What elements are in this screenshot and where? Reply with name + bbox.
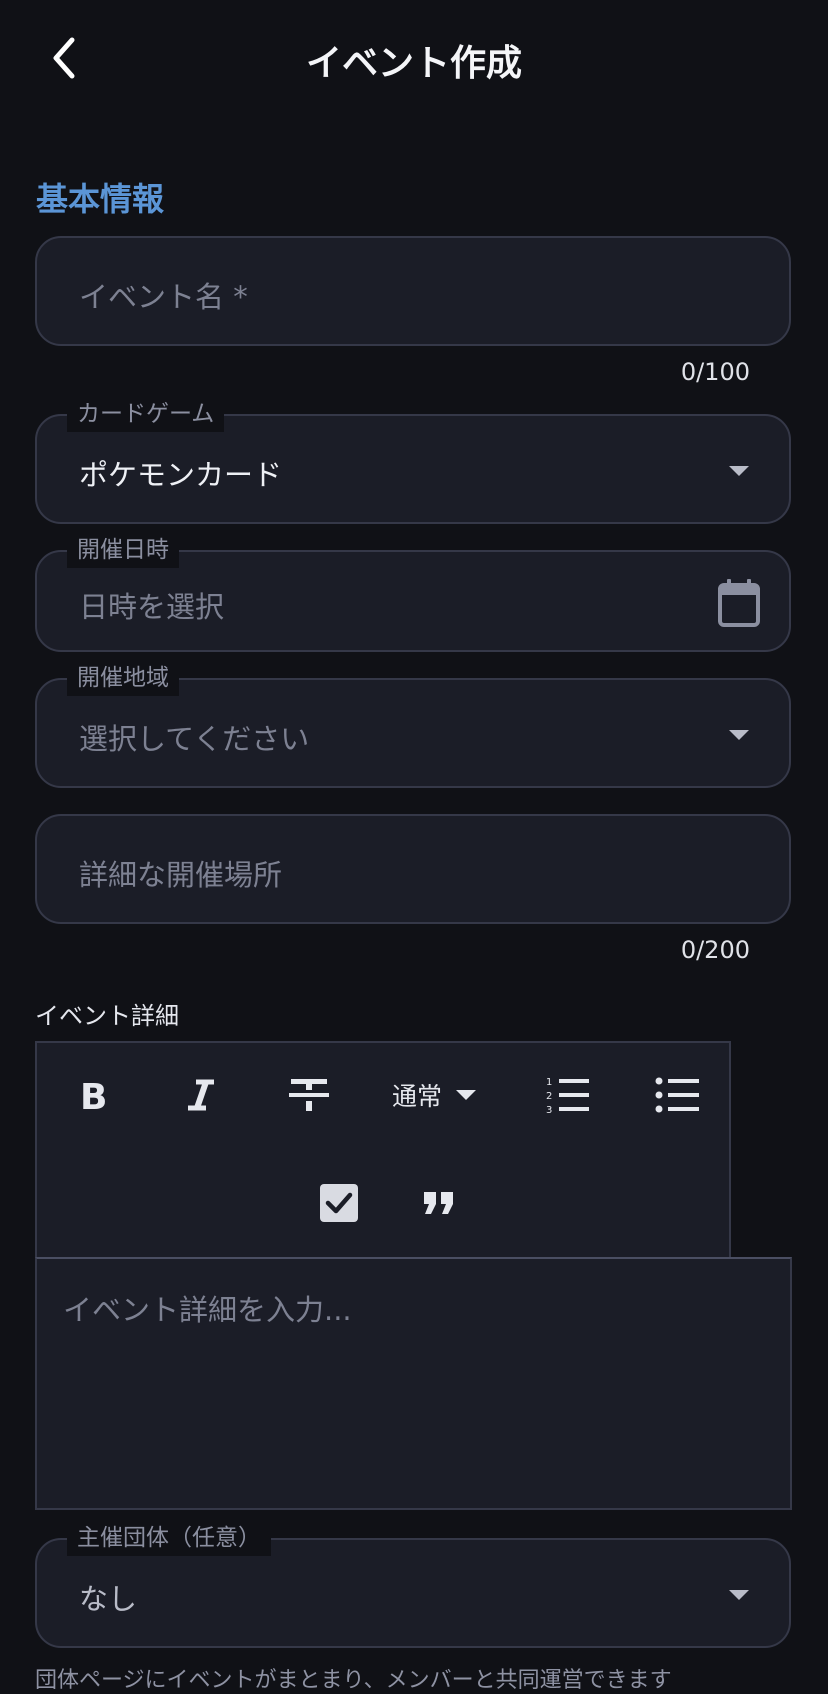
card-game-select[interactable]: カードゲーム ポケモンカード bbox=[35, 396, 791, 524]
datetime-label: 開催日時 bbox=[67, 532, 179, 568]
card-game-value: ポケモンカード bbox=[79, 458, 283, 492]
section-title-basic-info: 基本情報 bbox=[36, 180, 165, 218]
organizer-label: 主催団体（任意） bbox=[67, 1520, 271, 1556]
ordered-list-button[interactable]: 1 2 3 bbox=[531, 1067, 603, 1123]
venue-counter: 0/200 bbox=[680, 936, 750, 964]
datetime-placeholder: 日時を選択 bbox=[79, 590, 225, 624]
organizer-select[interactable]: 主催団体（任意） なし bbox=[35, 1520, 791, 1648]
checkbox-icon bbox=[320, 1184, 358, 1222]
bullet-list-icon bbox=[655, 1077, 699, 1113]
region-placeholder: 選択してください bbox=[79, 722, 310, 756]
event-name-field[interactable]: イベント名 * bbox=[35, 236, 791, 346]
card-game-label: カードゲーム bbox=[67, 396, 225, 432]
ordered-list-icon: 1 2 3 bbox=[546, 1077, 589, 1114]
bold-icon: B bbox=[80, 1077, 107, 1113]
chevron-down-icon bbox=[456, 1090, 476, 1100]
strikethrough-icon bbox=[289, 1079, 329, 1111]
region-select[interactable]: 開催地域 選択してください bbox=[35, 660, 791, 788]
chevron-down-icon bbox=[729, 466, 749, 476]
event-name-counter: 0/100 bbox=[680, 358, 750, 386]
heading-select-label: 通常 bbox=[391, 1082, 442, 1111]
organizer-helper-text: 団体ページにイベントがまとまり、メンバーと共同運営できます bbox=[35, 1668, 672, 1693]
svg-text:B: B bbox=[80, 1077, 107, 1113]
event-details-editor[interactable]: イベント詳細を入力... bbox=[35, 1257, 792, 1510]
svg-text:2: 2 bbox=[546, 1091, 552, 1102]
calendar-icon[interactable] bbox=[717, 578, 761, 628]
chevron-down-icon bbox=[729, 730, 749, 740]
event-details-placeholder: イベント詳細を入力... bbox=[63, 1293, 352, 1327]
quote-icon bbox=[424, 1192, 453, 1214]
heading-select[interactable]: 通常 bbox=[379, 1067, 489, 1123]
svg-text:3: 3 bbox=[546, 1105, 552, 1114]
chevron-down-icon bbox=[729, 1590, 749, 1600]
italic-button[interactable] bbox=[165, 1067, 237, 1123]
bold-button[interactable]: B bbox=[57, 1067, 129, 1123]
event-details-label: イベント詳細 bbox=[35, 1002, 179, 1030]
italic-icon bbox=[188, 1079, 214, 1111]
quote-button[interactable] bbox=[403, 1175, 475, 1231]
venue-field[interactable]: 詳細な開催場所 bbox=[35, 814, 791, 924]
organizer-value: なし bbox=[79, 1582, 138, 1616]
datetime-field[interactable]: 開催日時 日時を選択 bbox=[35, 532, 791, 652]
svg-text:1: 1 bbox=[546, 1077, 552, 1088]
region-label: 開催地域 bbox=[67, 660, 179, 696]
checklist-button[interactable] bbox=[303, 1175, 375, 1231]
event-name-placeholder: イベント名 * bbox=[79, 280, 248, 314]
bullet-list-button[interactable] bbox=[641, 1067, 713, 1123]
rich-text-toolbar: B 通常 1 2 3 bbox=[35, 1041, 731, 1257]
strikethrough-button[interactable] bbox=[273, 1067, 345, 1123]
page-title: イベント作成 bbox=[305, 43, 522, 84]
app-header: イベント作成 bbox=[0, 0, 828, 120]
venue-placeholder: 詳細な開催場所 bbox=[79, 858, 283, 892]
